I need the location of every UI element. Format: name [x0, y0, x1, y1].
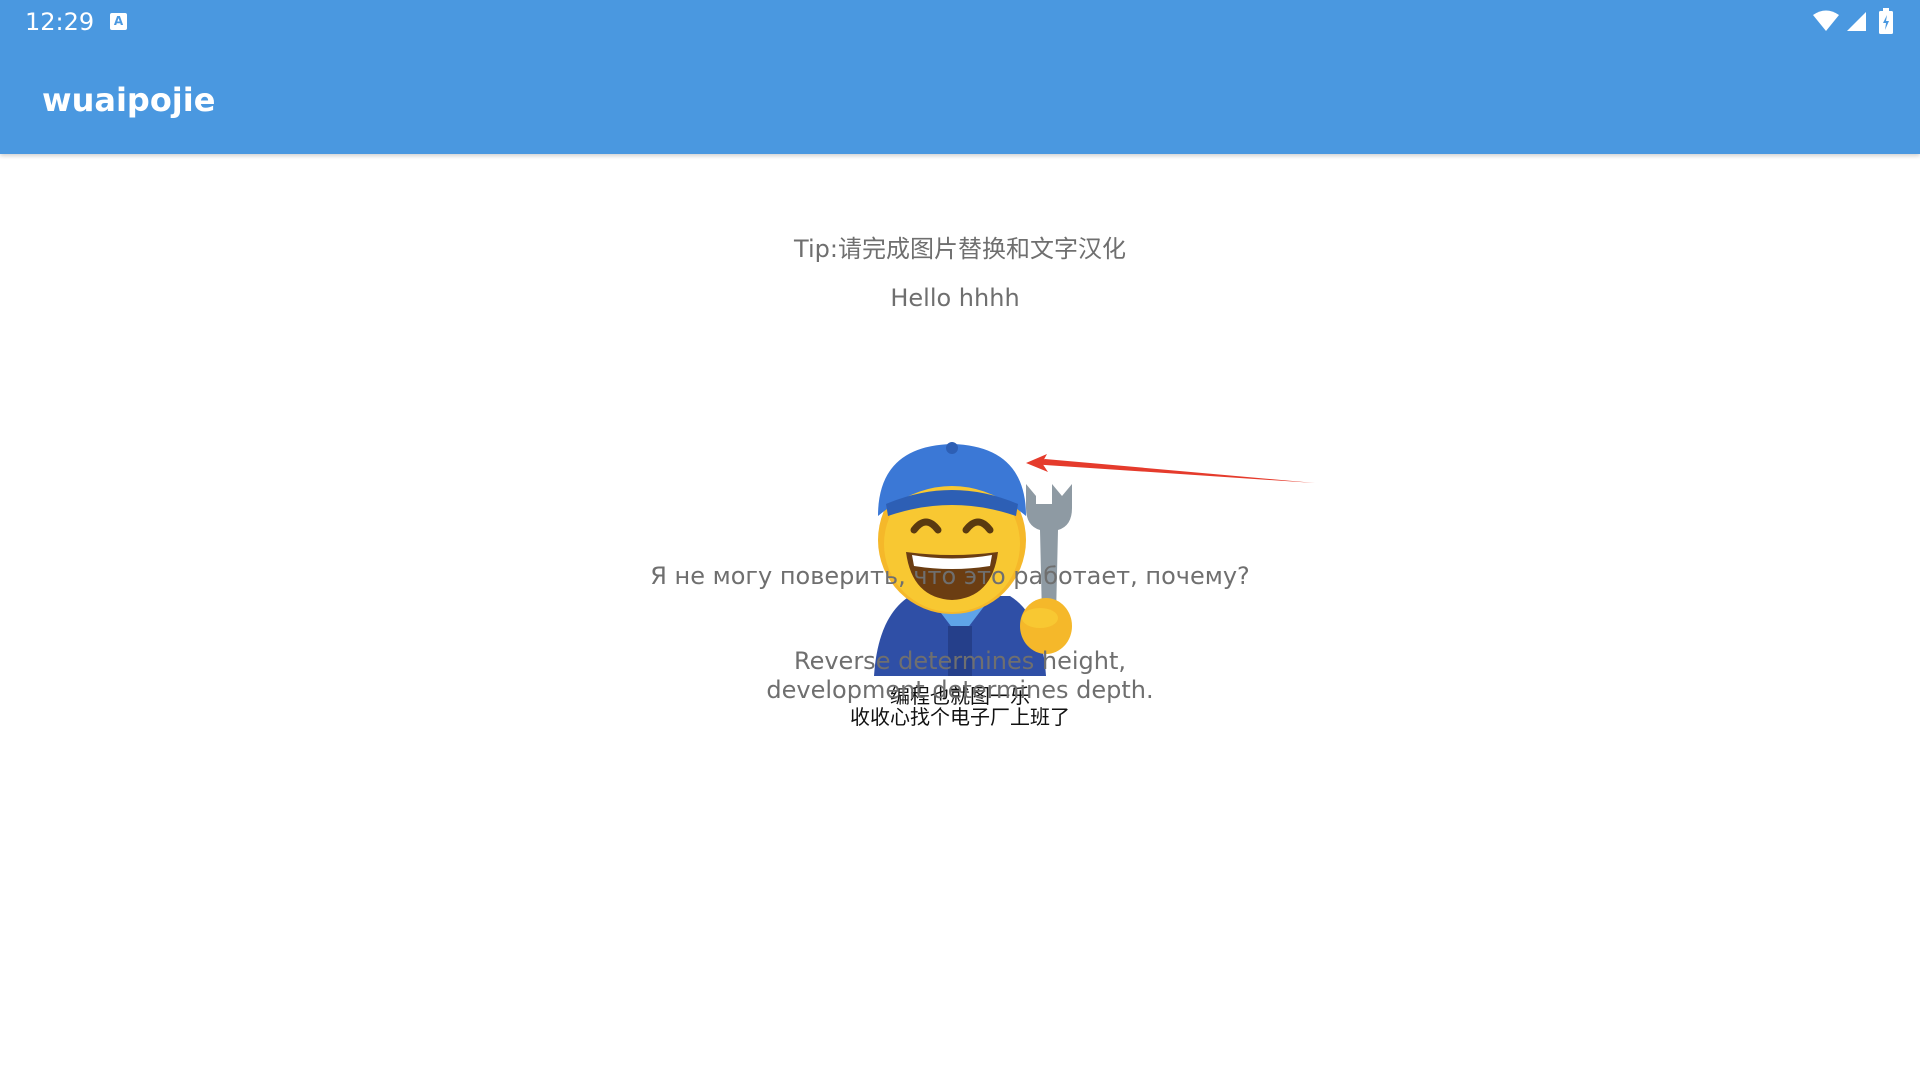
- wifi-icon: [1813, 10, 1839, 31]
- russian-text: Я не могу поверить, что это работает, по…: [650, 562, 1250, 590]
- app-bar: 12:29 A wuaipojie: [0, 0, 1920, 154]
- reverse-quote-line2: development determines depth.: [766, 676, 1154, 704]
- cellular-signal-icon: [1847, 12, 1866, 31]
- mechanic-emoji-icon: [874, 442, 1072, 676]
- meme-caption-line2: 收收心找个电子厂上班了: [850, 705, 1070, 729]
- app-title: wuaipojie: [42, 81, 216, 119]
- status-time: 12:29: [25, 8, 95, 36]
- status-bar: 12:29 A: [0, 0, 1920, 45]
- reverse-quote-line1: Reverse determines height,: [793, 647, 1126, 675]
- main-content: Tip:请完成图片替换和文字汉化 Hello hhhh 编程也就图一乐 收收心找…: [0, 154, 1920, 1080]
- battery-charging-icon: [1879, 8, 1893, 34]
- notification-icon: A: [110, 13, 127, 30]
- reverse-quote: Reverse determines height, development d…: [0, 647, 1920, 705]
- hello-text: Hello hhhh: [890, 284, 1020, 312]
- tip-text: Tip:请完成图片替换和文字汉化: [794, 235, 1126, 263]
